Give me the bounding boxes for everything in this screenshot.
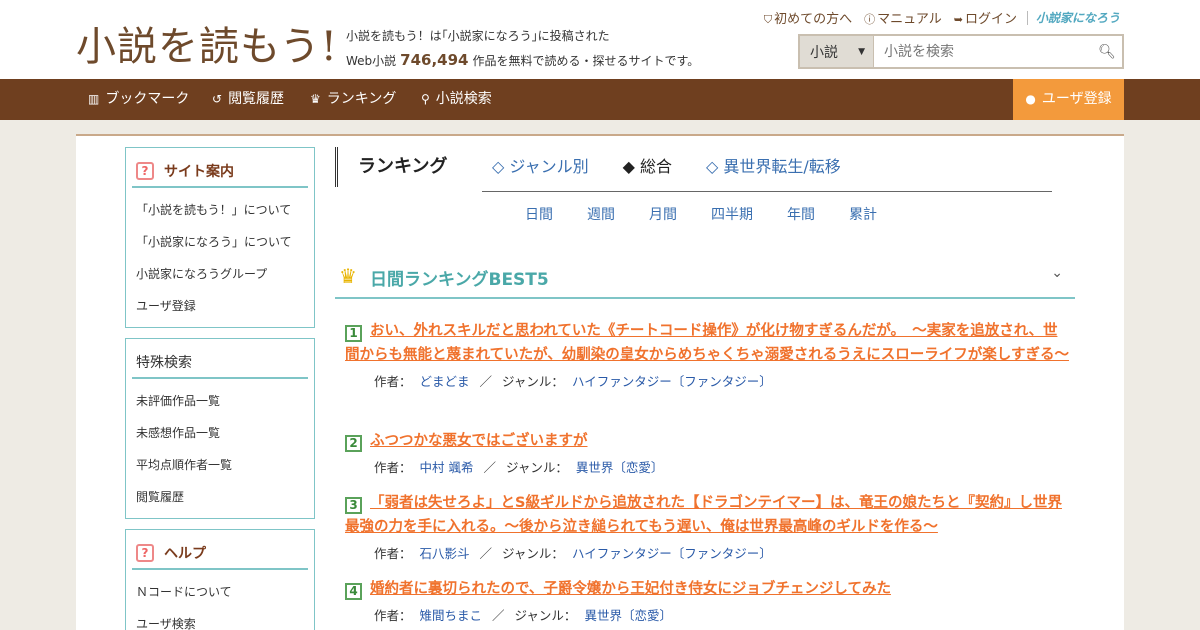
tagline-prefix: Web小説 <box>346 54 397 68</box>
ranking-tabs: ◇ ジャンル別 ◆ 総合 ◇ 異世界転生/転移 <box>482 148 1052 192</box>
sidebar-item[interactable]: ユーザ検索 <box>136 608 314 630</box>
rank-badge: 4 <box>345 582 362 600</box>
tab-overall[interactable]: ◆ 総合 <box>623 148 672 191</box>
nav-history[interactable]: ↺ 閲覧履歴 <box>212 79 284 120</box>
rank-badge: 2 <box>345 434 362 452</box>
shield-icon: ⛉ <box>763 13 773 26</box>
sidebar-item[interactable]: ユーザ登録 <box>136 290 314 322</box>
sidebar-special-title: 特殊検索 <box>132 347 308 379</box>
period-links: 日間 週間 月間 四半期 年間 累計 <box>525 204 911 224</box>
period-weekly[interactable]: 週間 <box>587 204 615 224</box>
chevron-down-icon[interactable]: ⌄ <box>1051 265 1063 281</box>
question-icon: ⓘ <box>864 13 876 26</box>
section-title: 日間ランキングBEST5 <box>370 270 549 290</box>
sidebar-item[interactable]: 閲覧履歴 <box>136 481 314 513</box>
period-yearly[interactable]: 年間 <box>787 204 815 224</box>
main-nav: ▥ ブックマーク ↺ 閲覧履歴 ♛ ランキング ⚲ 小説検索 ● ユーザ登録 <box>0 79 1200 120</box>
rank-badge: 1 <box>345 324 362 342</box>
entry-title[interactable]: 3 「弱者は失せろよ」とS級ギルドから追放された【ドラゴンテイマー】は、竜王の娘た… <box>345 491 1070 539</box>
sidebar-item[interactable]: 「小説を読もう！」について <box>136 194 314 226</box>
history-icon: ↺ <box>212 92 223 106</box>
entry-author[interactable]: 雉間ちまこ <box>420 608 483 623</box>
nav-ranking[interactable]: ♛ ランキング <box>310 79 396 120</box>
entry-meta: 作者： 雉間ちまこ／ジャンル： 異世界〔恋愛〕 <box>374 608 672 623</box>
period-total[interactable]: 累計 <box>849 204 877 224</box>
entry-title[interactable]: 1 おい、外れスキルだと思われていた《チートコード操作》が化け物すぎるんだが。 ～… <box>345 319 1070 367</box>
site-logo[interactable]: 小説を読もう! <box>76 14 338 72</box>
entry-author[interactable]: 中村 颯希 <box>420 460 474 475</box>
question-icon: ? <box>136 162 154 180</box>
period-daily[interactable]: 日間 <box>525 204 553 224</box>
period-monthly[interactable]: 月間 <box>649 204 677 224</box>
period-quarterly[interactable]: 四半期 <box>711 204 753 224</box>
ranking-entry: 4 婚約者に裏切られたので、子爵令嬢から王妃付き侍女にジョブチェンジしてみた 作者… <box>345 577 1070 624</box>
bookmark-icon: ▥ <box>88 92 100 106</box>
sidebar-help: ? ヘルプ Ｎコードについて ユーザ検索 <box>125 529 315 630</box>
site-tagline: 小説を読もう！は｢小説家になろう｣に投稿された Web小説 746,494 作品を無… <box>346 24 699 73</box>
ranking-entry: 2 ふつつかな悪女ではございますが 作者： 中村 颯希／ジャンル： 異世界〔恋愛〕 <box>345 429 1070 476</box>
entry-author[interactable]: どまどま <box>420 374 470 389</box>
entry-genre[interactable]: ハイファンタジー〔ファンタジー〕 <box>572 546 772 561</box>
narou-logo[interactable]: 小説家になろう <box>1036 9 1120 26</box>
sidebar-site-guide: ? サイト案内 「小説を読もう！」について 「小説家になろう」について 小説家にな… <box>125 147 315 328</box>
search-icon: ⚲ <box>421 92 430 106</box>
ranking-entry: 3 「弱者は失せろよ」とS級ギルドから追放された【ドラゴンテイマー】は、竜王の娘た… <box>345 491 1070 562</box>
entry-author[interactable]: 石八影斗 <box>420 546 470 561</box>
page-title: ランキング <box>335 147 447 187</box>
sidebar-special-search: 特殊検索 未評価作品一覧 未感想作品一覧 平均点順作者一覧 閲覧履歴 <box>125 338 315 519</box>
search-input[interactable] <box>874 36 1092 67</box>
caret-down-icon: ▼ <box>858 46 865 57</box>
link-login[interactable]: ➥ ログイン <box>954 8 1017 27</box>
entry-title[interactable]: 4 婚約者に裏切られたので、子爵令嬢から王妃付き侍女にジョブチェンジしてみた <box>345 577 1070 601</box>
sidebar-item[interactable]: 平均点順作者一覧 <box>136 449 314 481</box>
search-form: 小説▼ 🔍︎ <box>798 34 1124 69</box>
link-beginners[interactable]: ⛉ 初めての方へ <box>764 8 852 27</box>
register-button[interactable]: ● ユーザ登録 <box>1013 79 1124 120</box>
crown-icon: ♛ <box>310 92 321 106</box>
link-manual[interactable]: ⓘ マニュアル <box>864 8 942 27</box>
question-icon: ? <box>136 544 154 562</box>
entry-genre[interactable]: 異世界〔恋愛〕 <box>576 460 664 475</box>
entry-genre[interactable]: 異世界〔恋愛〕 <box>584 608 672 623</box>
sidebar-item[interactable]: Ｎコードについて <box>136 576 314 608</box>
top-links: ⛉ 初めての方へ ⓘ マニュアル ➥ ログイン 小説家になろう <box>752 8 1120 27</box>
tagline-suffix: 作品を無料で読める・探せるサイトです。 <box>472 54 700 68</box>
ranking-entry: 1 おい、外れスキルだと思われていた《チートコード操作》が化け物すぎるんだが。 ～… <box>345 319 1070 390</box>
sidebar-help-title: ? ヘルプ <box>132 538 308 570</box>
site-header: 小説を読もう! 小説を読もう！は｢小説家になろう｣に投稿された Web小説 746… <box>0 0 1200 79</box>
sidebar-site-title: ? サイト案内 <box>132 156 308 188</box>
nav-search[interactable]: ⚲ 小説検索 <box>421 79 492 120</box>
rank-badge: 3 <box>345 496 362 514</box>
tab-isekai[interactable]: ◇ 異世界転生/転移 <box>706 148 841 191</box>
entry-meta: 作者： 石八影斗／ジャンル： ハイファンタジー〔ファンタジー〕 <box>374 546 772 561</box>
sidebar-item[interactable]: 未感想作品一覧 <box>136 417 314 449</box>
search-icon: 🔍︎ <box>1098 43 1116 60</box>
work-count: 746,494 <box>400 51 469 69</box>
daily-best5-header[interactable]: ♛ 日間ランキングBEST5 ⌄ <box>335 255 1075 299</box>
crown-icon: ♛ <box>339 264 357 288</box>
tab-genre[interactable]: ◇ ジャンル別 <box>492 148 589 191</box>
user-icon: ● <box>1025 92 1036 106</box>
nav-bookmark[interactable]: ▥ ブックマーク <box>88 79 189 120</box>
entry-meta: 作者： どまどま／ジャンル： ハイファンタジー〔ファンタジー〕 <box>374 374 772 389</box>
sidebar-item[interactable]: 未評価作品一覧 <box>136 385 314 417</box>
entry-genre[interactable]: ハイファンタジー〔ファンタジー〕 <box>572 374 772 389</box>
tagline-line1: 小説を読もう！は｢小説家になろう｣に投稿された <box>346 29 610 43</box>
search-button[interactable]: 🔍︎ <box>1092 36 1122 67</box>
login-icon: ➥ <box>953 13 963 26</box>
tagline-line2: Web小説 746,494 作品を無料で読める・探せるサイトです。 <box>346 48 699 73</box>
sidebar-item[interactable]: 「小説家になろう」について <box>136 226 314 258</box>
search-category-select[interactable]: 小説 ▼ <box>800 36 874 67</box>
entry-meta: 作者： 中村 颯希／ジャンル： 異世界〔恋愛〕 <box>374 460 664 475</box>
sidebar-item[interactable]: 小説家になろうグループ <box>136 258 314 290</box>
divider <box>1026 10 1028 25</box>
entry-title[interactable]: 2 ふつつかな悪女ではございますが <box>345 429 1070 453</box>
